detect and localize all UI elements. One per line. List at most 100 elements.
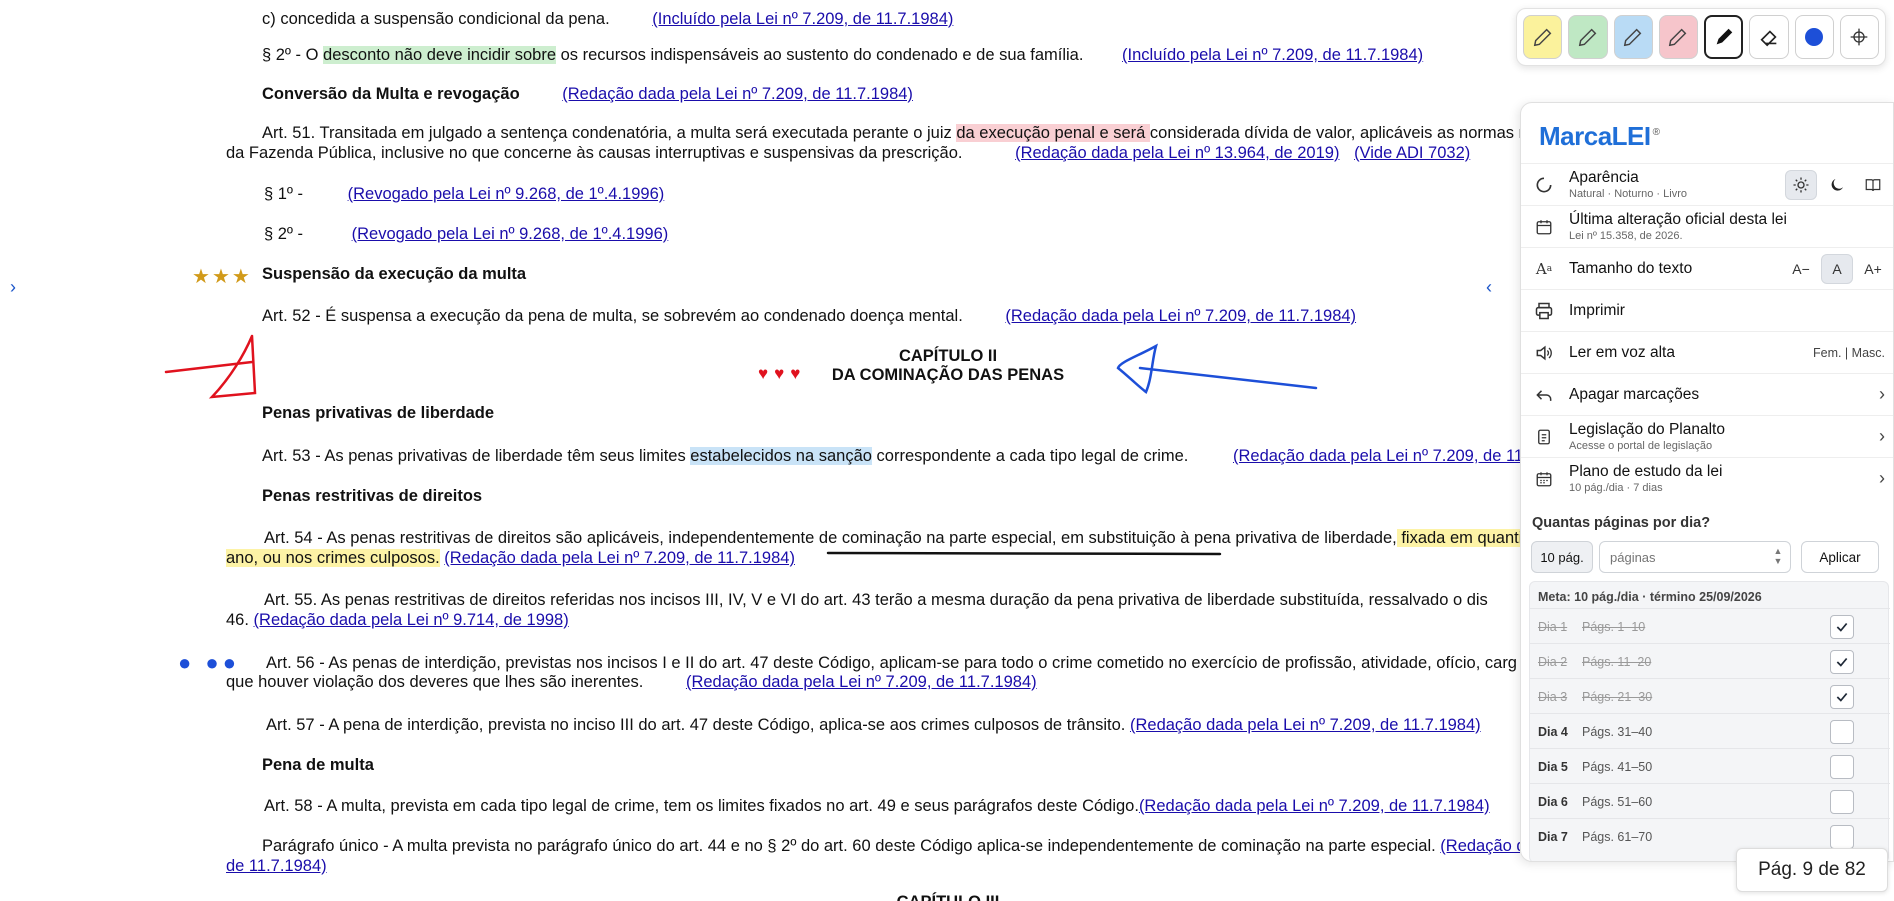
clear-marks-label: Apagar marcações (1569, 385, 1700, 403)
preset-10-pages-button[interactable]: 10 pág. (1531, 541, 1593, 573)
normal-text-button[interactable]: A (1821, 253, 1853, 284)
text-size-title: Tamanho do texto (1569, 259, 1693, 277)
day-checkbox[interactable] (1830, 720, 1854, 744)
day-pages: Págs. 41–50 (1582, 760, 1653, 774)
day-pages: Págs. 51–60 (1582, 795, 1653, 809)
day-row: Dia 5 Págs. 41–50 (1530, 748, 1890, 783)
brand-name: MarcaLEI (1539, 121, 1651, 151)
print-label: Imprimir (1569, 301, 1625, 319)
pages-per-day-question: Quantas páginas por dia? (1532, 515, 1711, 531)
last-change-sub: Lei nº 15.358, de 2026. (1569, 230, 1683, 242)
text-size-icon: Aa (1535, 259, 1553, 278)
speaker-icon (1533, 343, 1555, 363)
theme-night-button[interactable] (1821, 170, 1853, 200)
crosshair-icon (1851, 28, 1868, 46)
print-row[interactable]: Imprimir (1521, 289, 1893, 331)
green-highlighter-button[interactable] (1568, 15, 1608, 59)
theme-natural-button[interactable] (1785, 169, 1817, 200)
day-pages: Págs. 61–70 (1582, 830, 1653, 844)
last-change-title: Última alteração oficial desta lei (1569, 211, 1787, 228)
planalto-title: Legislação do Planalto (1569, 421, 1725, 438)
check-icon (1836, 692, 1848, 702)
study-goal-box: Meta: 10 pág./dia · término 25/09/2026 D… (1529, 581, 1890, 861)
day-label: Dia 1 (1538, 620, 1568, 634)
color-picker-button[interactable] (1794, 15, 1834, 59)
marcalei-panel: MarcaLEI ® Aparência Natural · Noturno · L… (1520, 102, 1894, 862)
goal-summary: Meta: 10 pág./dia · término 25/09/2026 (1538, 590, 1762, 604)
last-change-row[interactable]: Última alteração oficial desta lei Lei nº… (1521, 205, 1893, 247)
undo-icon (1533, 385, 1555, 405)
day-pages: Págs. 21–30 (1582, 690, 1653, 704)
text-size-row: Aa Tamanho do texto A− A A+ (1521, 247, 1893, 289)
color-dot-icon (1805, 28, 1824, 46)
day-checkbox[interactable] (1830, 650, 1854, 674)
day-row: Dia 6 Págs. 51–60 (1530, 783, 1890, 818)
day-checkbox[interactable] (1830, 755, 1854, 779)
day-row: Dia 1 Págs. 1–10 (1530, 608, 1890, 643)
page-indicator: Pág. 9 de 82 (1736, 848, 1888, 892)
chevron-right-icon: › (1879, 384, 1885, 404)
decrease-text-button[interactable]: A− (1785, 254, 1817, 284)
yellow-highlighter-button[interactable] (1523, 15, 1563, 59)
day-label: Dia 6 (1538, 795, 1568, 809)
day-row: Dia 2 Págs. 11–20 (1530, 643, 1890, 678)
highlighter-icon (1578, 28, 1597, 47)
registered-mark: ® (1652, 127, 1660, 139)
increase-text-button[interactable]: A+ (1857, 254, 1889, 284)
appearance-icon (1533, 175, 1555, 195)
check-icon (1836, 657, 1848, 667)
study-plan-sub: 10 pág./dia · 7 dias (1569, 482, 1663, 494)
pen-icon (1716, 28, 1732, 45)
appearance-sub: Natural · Noturno · Livro (1569, 188, 1687, 200)
day-checkbox[interactable] (1830, 790, 1854, 814)
theme-book-button[interactable] (1857, 170, 1889, 200)
calendar-icon (1533, 218, 1555, 236)
blue-highlighter-button[interactable] (1613, 15, 1653, 59)
blue-freehand-arrow[interactable] (1116, 343, 1318, 394)
eraser-icon (1760, 30, 1777, 47)
printer-icon (1533, 301, 1555, 321)
crosshair-tool-button[interactable] (1839, 15, 1880, 59)
day-pages: Págs. 31–40 (1582, 725, 1653, 739)
stepper-icon[interactable]: ▲ ▼ (1771, 546, 1785, 568)
apply-button[interactable]: Aplicar (1801, 541, 1879, 573)
chevron-right-icon: › (1879, 468, 1885, 488)
book-icon (1865, 178, 1881, 191)
highlighter-icon (1669, 28, 1687, 47)
day-checkbox[interactable] (1830, 825, 1854, 849)
voice-options[interactable]: Fem. | Masc. (1813, 346, 1885, 360)
day-pages: Págs. 1–10 (1582, 620, 1646, 634)
freehand-annotations (164, 334, 1318, 556)
study-plan-title: Plano de estudo da lei (1569, 463, 1723, 480)
pen-tool-button[interactable] (1704, 15, 1744, 59)
eraser-tool-button[interactable] (1749, 15, 1789, 59)
chevron-right-icon: › (1879, 426, 1885, 446)
day-label: Dia 4 (1538, 725, 1568, 739)
appearance-title: Aparência (1569, 169, 1639, 186)
study-plan-row[interactable]: Plano de estudo da lei 10 pág./dia · 7 di… (1521, 457, 1893, 499)
day-label: Dia 5 (1538, 760, 1568, 774)
clear-marks-row[interactable]: Apagar marcações › (1521, 373, 1893, 415)
day-checkbox[interactable] (1830, 615, 1854, 639)
read-aloud-title: Ler em voz alta (1569, 343, 1675, 361)
day-label: Dia 2 (1538, 655, 1568, 669)
day-row: Dia 3 Págs. 21–30 (1530, 678, 1890, 713)
highlighter-icon (1623, 28, 1642, 47)
day-checkbox[interactable] (1830, 685, 1854, 709)
day-label: Dia 7 (1538, 830, 1568, 844)
red-freehand-drawing[interactable] (164, 334, 257, 399)
check-icon (1836, 622, 1848, 632)
planalto-row[interactable]: Legislação do Planalto Acesse o portal de… (1521, 415, 1893, 457)
black-underline[interactable] (826, 551, 1222, 556)
sun-icon (1793, 177, 1809, 192)
red-highlighter-button[interactable] (1658, 15, 1698, 59)
calendar-plan-icon (1533, 470, 1555, 488)
annotation-toolbar (1516, 8, 1886, 66)
pages-input[interactable] (1599, 541, 1791, 573)
law-document: c) concedida a suspensão condicional da … (0, 0, 1520, 901)
day-pages: Págs. 11–20 (1582, 655, 1652, 669)
read-aloud-row[interactable]: Ler em voz alta Fem. | Masc. (1521, 331, 1893, 373)
appearance-row: Aparência Natural · Noturno · Livro (1521, 163, 1893, 205)
day-label: Dia 3 (1538, 690, 1568, 704)
planalto-sub: Acesse o portal de legislação (1569, 440, 1713, 452)
